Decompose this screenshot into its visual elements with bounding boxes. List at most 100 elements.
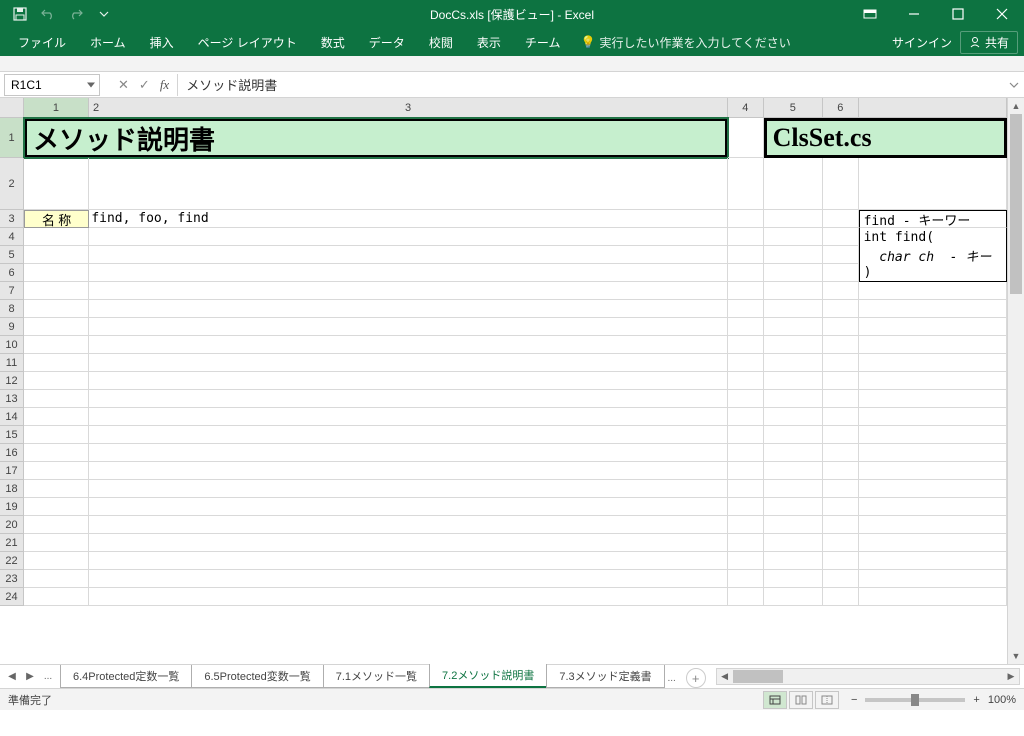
cell[interactable]	[24, 534, 89, 552]
cell[interactable]	[89, 552, 728, 570]
cell[interactable]	[859, 534, 1007, 552]
cell[interactable]	[764, 228, 823, 246]
cell[interactable]	[823, 498, 859, 516]
cell[interactable]	[859, 570, 1007, 588]
cell[interactable]	[823, 588, 859, 606]
cell[interactable]	[728, 264, 764, 282]
horizontal-scrollbar[interactable]: ◀ ▶	[716, 668, 1020, 685]
cell[interactable]	[859, 372, 1007, 390]
row-header[interactable]: 3	[0, 210, 24, 228]
tab-team[interactable]: チーム	[513, 28, 573, 56]
scroll-thumb[interactable]	[1010, 114, 1022, 294]
view-pagebreak-icon[interactable]	[815, 691, 839, 709]
cell[interactable]	[823, 372, 859, 390]
scroll-right-icon[interactable]: ▶	[1003, 671, 1019, 682]
cell[interactable]	[728, 408, 764, 426]
filename-cell[interactable]: ClsSet.cs	[764, 118, 1007, 158]
cell[interactable]	[728, 498, 764, 516]
row-header[interactable]: 24	[0, 588, 24, 606]
cell[interactable]	[24, 480, 89, 498]
cell[interactable]	[823, 534, 859, 552]
cell[interactable]	[89, 372, 728, 390]
cell[interactable]	[764, 264, 823, 282]
cell[interactable]	[24, 426, 89, 444]
cell[interactable]	[764, 336, 823, 354]
cell[interactable]	[89, 264, 728, 282]
row-header[interactable]: 11	[0, 354, 24, 372]
grid[interactable]: 1 23 4 5 6 1 メソッド説明書 ClsSet.cs 2 3 名 称 f…	[0, 98, 1007, 664]
cell[interactable]	[764, 210, 823, 228]
zoom-out-button[interactable]: −	[851, 694, 857, 706]
tab-more-right-icon[interactable]: ...	[664, 668, 680, 688]
row-header[interactable]: 21	[0, 534, 24, 552]
cell[interactable]	[728, 462, 764, 480]
row-header[interactable]: 1	[0, 118, 24, 158]
cell[interactable]	[24, 318, 89, 336]
col-header[interactable]	[859, 98, 1007, 117]
cell[interactable]	[24, 444, 89, 462]
cell[interactable]	[89, 444, 728, 462]
cell[interactable]	[823, 318, 859, 336]
tell-me-search[interactable]: 💡 実行したい作業を入力してください	[580, 34, 790, 51]
cell[interactable]	[728, 588, 764, 606]
tab-insert[interactable]: 挿入	[138, 28, 186, 56]
cell[interactable]	[764, 158, 823, 210]
cell[interactable]	[728, 570, 764, 588]
cell[interactable]	[728, 246, 764, 264]
cell[interactable]	[24, 372, 89, 390]
cell[interactable]	[764, 282, 823, 300]
cell[interactable]	[24, 246, 89, 264]
cell[interactable]	[823, 516, 859, 534]
cell[interactable]	[823, 354, 859, 372]
row-header[interactable]: 20	[0, 516, 24, 534]
code-cell[interactable]: char ch - キー	[859, 246, 1007, 264]
cell[interactable]	[859, 552, 1007, 570]
enter-icon[interactable]: ✓	[139, 77, 150, 93]
cell[interactable]	[823, 336, 859, 354]
cell[interactable]	[24, 300, 89, 318]
cell[interactable]	[89, 426, 728, 444]
row-header[interactable]: 16	[0, 444, 24, 462]
cell[interactable]	[823, 264, 859, 282]
redo-icon[interactable]	[64, 2, 88, 26]
select-all-corner[interactable]	[0, 98, 24, 117]
tab-pagelayout[interactable]: ページ レイアウト	[186, 28, 309, 56]
tab-home[interactable]: ホーム	[78, 28, 138, 56]
col-header[interactable]: 1	[24, 98, 89, 117]
cell[interactable]	[859, 426, 1007, 444]
title-cell[interactable]: メソッド説明書	[24, 118, 728, 158]
cell[interactable]	[764, 246, 823, 264]
cell[interactable]	[859, 158, 1007, 210]
cell[interactable]	[89, 300, 728, 318]
row-header[interactable]: 8	[0, 300, 24, 318]
tab-view[interactable]: 表示	[465, 28, 513, 56]
cell[interactable]	[764, 588, 823, 606]
cell[interactable]	[764, 354, 823, 372]
cell[interactable]	[859, 336, 1007, 354]
row-header[interactable]: 10	[0, 336, 24, 354]
cell[interactable]	[764, 444, 823, 462]
cell[interactable]	[859, 318, 1007, 336]
sheet-tab[interactable]: 7.3メソッド定義書	[546, 665, 664, 688]
row-header[interactable]: 12	[0, 372, 24, 390]
row-header[interactable]: 14	[0, 408, 24, 426]
cell[interactable]	[89, 534, 728, 552]
signin-link[interactable]: サインイン	[892, 34, 952, 51]
cell[interactable]	[823, 300, 859, 318]
vertical-scrollbar[interactable]: ▲ ▼	[1007, 98, 1024, 664]
cell[interactable]	[859, 516, 1007, 534]
cell[interactable]	[89, 588, 728, 606]
ribbon-display-icon[interactable]	[848, 0, 892, 28]
cell[interactable]	[89, 570, 728, 588]
cell[interactable]	[823, 570, 859, 588]
cell[interactable]	[764, 300, 823, 318]
scroll-left-icon[interactable]: ◀	[717, 671, 733, 682]
cell[interactable]	[24, 498, 89, 516]
cell[interactable]	[859, 480, 1007, 498]
cell[interactable]	[89, 318, 728, 336]
row-header[interactable]: 19	[0, 498, 24, 516]
tab-review[interactable]: 校閲	[417, 28, 465, 56]
row-header[interactable]: 22	[0, 552, 24, 570]
tab-formulas[interactable]: 数式	[309, 28, 357, 56]
view-pagelayout-icon[interactable]	[789, 691, 813, 709]
